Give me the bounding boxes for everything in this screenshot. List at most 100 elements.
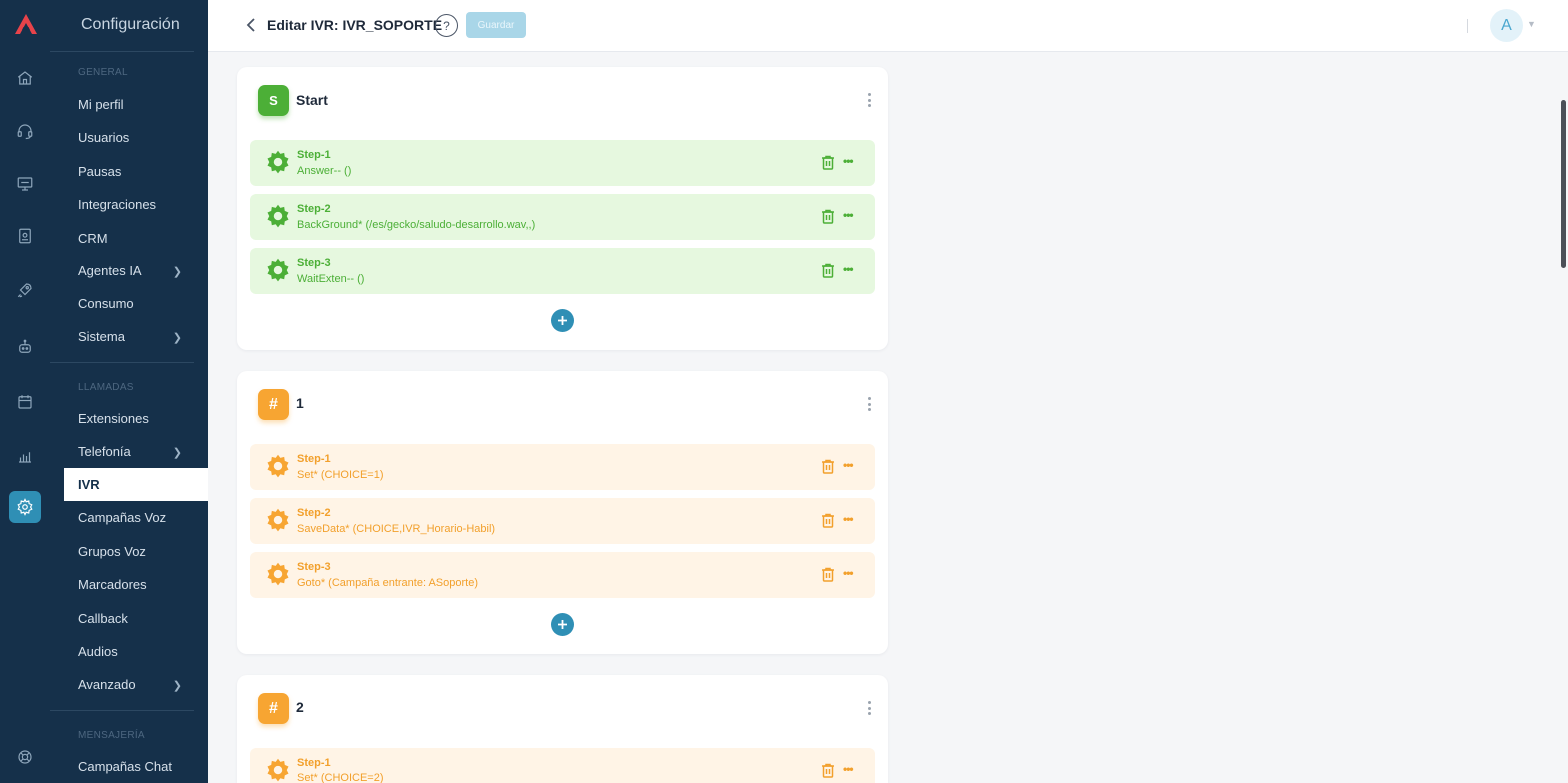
- sidebar-item-extensiones[interactable]: Extensiones: [64, 403, 208, 433]
- step-description: Answer-- (): [297, 165, 352, 177]
- gear-icon: [267, 454, 289, 478]
- plus-icon: [558, 620, 567, 629]
- node-badge: S: [258, 85, 289, 116]
- gear-icon: [267, 258, 289, 282]
- ivr-node-card: S Start Step-1 Answer-- () ••• Step-2 Ba…: [237, 67, 888, 350]
- node-title: Start: [296, 92, 328, 108]
- sidebar-item-marcadores[interactable]: Marcadores: [64, 569, 208, 599]
- step-row[interactable]: Step-2 BackGround* (/es/gecko/saludo-des…: [250, 194, 875, 240]
- step-description: Set* (CHOICE=2): [297, 772, 384, 783]
- step-description: SaveData* (CHOICE,IVR_Horario-Habil): [297, 523, 496, 535]
- section-llamadas: LLAMADAS: [78, 382, 134, 393]
- step-row[interactable]: Step-1 Set* (CHOICE=2) •••: [250, 748, 875, 783]
- step-row[interactable]: Step-1 Set* (CHOICE=1) •••: [250, 444, 875, 490]
- step-description: BackGround* (/es/gecko/saludo-desarrollo…: [297, 219, 536, 231]
- home-icon[interactable]: [9, 62, 41, 94]
- rocket-icon[interactable]: [9, 274, 41, 306]
- trash-icon[interactable]: [821, 567, 835, 582]
- bot-icon[interactable]: [9, 331, 41, 363]
- trash-icon[interactable]: [821, 763, 835, 778]
- gear-icon: [267, 562, 289, 586]
- page-title: Editar IVR: IVR_SOPORTE: [267, 17, 443, 33]
- sidebar-item-mi-perfil[interactable]: Mi perfil: [64, 89, 208, 119]
- back-arrow-icon[interactable]: [244, 17, 258, 33]
- kebab-menu-icon[interactable]: [866, 701, 872, 715]
- save-button[interactable]: Guardar: [466, 12, 526, 38]
- sidebar-item-integraciones[interactable]: Integraciones: [64, 189, 208, 219]
- sidebar-divider: [50, 51, 194, 52]
- sidebar-item-agentes-ia[interactable]: Agentes IA ❯: [64, 255, 208, 285]
- caret-down-icon[interactable]: ▼: [1527, 19, 1536, 29]
- sidebar-item-ivr[interactable]: IVR: [64, 468, 208, 501]
- sidebar-item-grupos-voz[interactable]: Grupos Voz: [64, 536, 208, 566]
- logo-icon[interactable]: [14, 12, 38, 36]
- help-icon[interactable]: ?: [435, 14, 458, 37]
- badge-icon[interactable]: [9, 220, 41, 252]
- chevron-right-icon: ❯: [172, 680, 182, 692]
- settings-icon[interactable]: [9, 491, 41, 523]
- trash-icon[interactable]: [821, 155, 835, 170]
- more-options-icon[interactable]: •••: [843, 208, 854, 222]
- headset-icon[interactable]: [9, 115, 41, 147]
- node-badge: #: [258, 693, 289, 724]
- sidebar-item-telefonia[interactable]: Telefonía ❯: [64, 436, 208, 466]
- chart-icon[interactable]: [9, 440, 41, 472]
- chevron-right-icon: ❯: [172, 332, 182, 344]
- gear-icon: [267, 508, 289, 532]
- step-name: Step-1: [297, 453, 331, 465]
- kebab-menu-icon[interactable]: [866, 93, 872, 107]
- sidebar-item-usuarios[interactable]: Usuarios: [64, 122, 208, 152]
- step-name: Step-1: [297, 149, 331, 161]
- scrollbar-thumb[interactable]: [1561, 100, 1566, 268]
- sidebar-item-callback[interactable]: Callback: [64, 603, 208, 633]
- more-options-icon[interactable]: •••: [843, 762, 854, 776]
- step-name: Step-3: [297, 257, 331, 269]
- calendar-icon[interactable]: [9, 386, 41, 418]
- sidebar-item-campanas-voz[interactable]: Campañas Voz: [64, 501, 208, 534]
- step-name: Step-2: [297, 507, 331, 519]
- settings-sidebar: Configuración GENERAL Mi perfil Usuarios…: [50, 0, 208, 783]
- sidebar-item-avanzado[interactable]: Avanzado ❯: [64, 669, 208, 699]
- support-icon[interactable]: [9, 741, 41, 773]
- node-title: 1: [296, 395, 304, 411]
- section-mensajeria: MENSAJERÍA: [78, 730, 145, 741]
- trash-icon[interactable]: [821, 459, 835, 474]
- step-description: Goto* (Campaña entrante: ASoporte): [297, 577, 478, 589]
- sidebar-divider: [50, 710, 194, 711]
- step-name: Step-2: [297, 203, 331, 215]
- more-options-icon[interactable]: •••: [843, 512, 854, 526]
- kebab-menu-icon[interactable]: [866, 397, 872, 411]
- add-step-button[interactable]: [551, 613, 574, 636]
- more-options-icon[interactable]: •••: [843, 566, 854, 580]
- avatar[interactable]: A: [1490, 9, 1523, 42]
- trash-icon[interactable]: [821, 209, 835, 224]
- ivr-node-card: # 1 Step-1 Set* (CHOICE=1) ••• Step-2 Sa…: [237, 371, 888, 654]
- step-row[interactable]: Step-1 Answer-- () •••: [250, 140, 875, 186]
- more-options-icon[interactable]: •••: [843, 154, 854, 168]
- add-step-button[interactable]: [551, 309, 574, 332]
- more-options-icon[interactable]: •••: [843, 262, 854, 276]
- header-divider: [1467, 19, 1468, 33]
- trash-icon[interactable]: [821, 513, 835, 528]
- node-badge: #: [258, 389, 289, 420]
- monitor-icon[interactable]: [9, 168, 41, 200]
- step-row[interactable]: Step-2 SaveData* (CHOICE,IVR_Horario-Hab…: [250, 498, 875, 544]
- gear-icon: [267, 150, 289, 174]
- step-name: Step-1: [297, 757, 331, 769]
- step-row[interactable]: Step-3 WaitExten-- () •••: [250, 248, 875, 294]
- sidebar-item-consumo[interactable]: Consumo: [64, 288, 208, 318]
- step-row[interactable]: Step-3 Goto* (Campaña entrante: ASoporte…: [250, 552, 875, 598]
- trash-icon[interactable]: [821, 263, 835, 278]
- sidebar-item-sistema[interactable]: Sistema ❯: [64, 321, 208, 351]
- sidebar-item-campanas-chat[interactable]: Campañas Chat: [64, 751, 208, 781]
- more-options-icon[interactable]: •••: [843, 458, 854, 472]
- step-description: Set* (CHOICE=1): [297, 469, 384, 481]
- ivr-node-card: # 2 Step-1 Set* (CHOICE=2) •••: [237, 675, 888, 783]
- sidebar-item-audios[interactable]: Audios: [64, 636, 208, 666]
- gear-icon: [267, 758, 289, 782]
- gear-icon: [267, 204, 289, 228]
- plus-icon: [558, 316, 567, 325]
- sidebar-item-crm[interactable]: CRM: [64, 223, 208, 253]
- step-name: Step-3: [297, 561, 331, 573]
- sidebar-item-pausas[interactable]: Pausas: [64, 156, 208, 186]
